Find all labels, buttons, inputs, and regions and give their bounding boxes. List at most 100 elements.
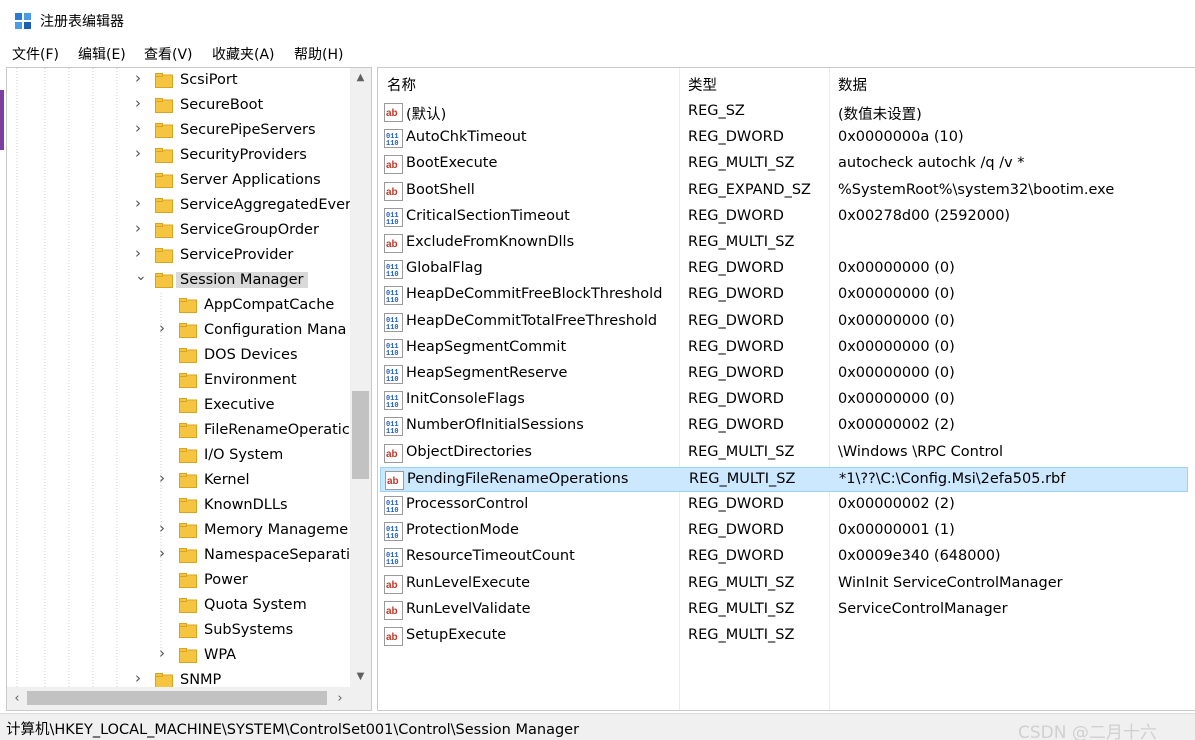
tree-item[interactable]: I/O System [7,444,350,469]
value-row[interactable]: 011 110 AutoChkTimeout REG_DWORD 0x0000000a … [380,126,1188,151]
scroll-left-icon[interactable]: ‹ [7,687,27,710]
menu-edit[interactable]: 编辑(E) [78,44,126,64]
value-type: REG_EXPAND_SZ [688,181,811,198]
tree-item[interactable]: Executive [7,394,350,419]
tree-item[interactable]: › ScsiPort [7,69,350,94]
value-row[interactable]: 011 110 ProcessorControl REG_DWORD 0x0000000… [380,493,1188,518]
tree-item[interactable]: › NamespaceSeparati [7,544,350,569]
tree-horizontal-scrollbar[interactable]: ‹ › [7,687,350,710]
chevron-right-icon[interactable]: › [135,121,145,136]
chevron-right-icon[interactable]: › [135,246,145,261]
tree-item[interactable]: › ServiceGroupOrder [7,219,350,244]
tree-item[interactable]: Quota System [7,594,350,619]
tree-item[interactable]: › Kernel [7,469,350,494]
tree-item[interactable]: Environment [7,369,350,394]
value-row[interactable]: 011 110 NumberOfInitialSessions REG_DWORD 0x… [380,414,1188,439]
binary-value-icon: 011 110 [384,496,403,515]
chevron-right-icon[interactable]: › [135,96,145,111]
chevron-right-icon[interactable]: › [159,471,169,486]
tree-item[interactable]: ⌄ Session Manager [7,269,350,294]
value-row[interactable]: 011 110 InitConsoleFlags REG_DWORD 0x0000000… [380,388,1188,413]
values-list-pane[interactable]: 名称 类型 数据 ab (默认) REG_SZ (数值未设置) 011 110 AutoCh… [377,67,1195,711]
tree-item[interactable]: › ServiceProvider [7,244,350,269]
tree-item[interactable]: Power [7,569,350,594]
menu-view[interactable]: 查看(V) [144,44,193,64]
value-row[interactable]: 011 110 ProtectionMode REG_DWORD 0x00000001 … [380,519,1188,544]
tree-horizontal-scroll-thumb[interactable] [27,691,327,705]
value-row[interactable]: ab BootShell REG_EXPAND_SZ %SystemRoot%\sys… [380,179,1188,204]
tree-item[interactable]: › Memory Manageme [7,519,350,544]
svg-text:ab: ab [386,108,398,119]
value-row[interactable]: ab RunLevelExecute REG_MULTI_SZ WinInit Ser… [380,572,1188,597]
column-header-data[interactable]: 数据 [838,74,867,95]
value-row[interactable]: ab ExcludeFromKnownDlls REG_MULTI_SZ [380,231,1188,256]
chevron-right-icon[interactable]: › [135,146,145,161]
value-row[interactable]: ab PendingFileRenameOperations REG_MULTI_S… [380,466,1188,492]
tree-item[interactable]: SubSystems [7,619,350,644]
binary-value-icon: 011 110 [384,207,403,227]
tree-item[interactable]: Server Applications [7,169,350,194]
menu-favorites[interactable]: 收藏夹(A) [212,44,275,64]
chevron-right-icon[interactable]: › [135,196,145,211]
svg-text:110: 110 [386,140,399,148]
svg-text:110: 110 [386,271,399,279]
value-data: %SystemRoot%\system32\bootim.exe [838,181,1115,198]
menu-bar: 文件(F) 编辑(E) 查看(V) 收藏夹(A) 帮助(H) [0,40,1195,66]
value-row[interactable]: 011 110 HeapSegmentCommit REG_DWORD 0x000000… [380,336,1188,361]
tree-item[interactable]: › Configuration Mana [7,319,350,344]
chevron-right-icon[interactable]: › [159,521,169,536]
value-row[interactable]: 011 110 HeapSegmentReserve REG_DWORD 0x00000… [380,362,1188,387]
value-row[interactable]: ab RunLevelValidate REG_MULTI_SZ ServiceCon… [380,598,1188,623]
menu-file[interactable]: 文件(F) [12,44,59,64]
chevron-right-icon[interactable]: › [159,321,169,336]
tree-item[interactable]: AppCompatCache [7,294,350,319]
value-type: REG_DWORD [688,548,784,565]
folder-icon [179,373,197,388]
tree-item[interactable]: › SecurePipeServers [7,119,350,144]
value-name: BootShell [406,181,475,198]
chevron-down-icon[interactable]: ⌄ [135,269,147,283]
tree-item[interactable]: KnownDLLs [7,494,350,519]
folder-icon [179,523,197,538]
string-value-icon: ab [384,600,403,620]
scroll-right-icon[interactable]: › [330,687,350,710]
value-row[interactable]: ab (默认) REG_SZ (数值未设置) [380,100,1188,125]
chevron-right-icon[interactable]: › [159,646,169,661]
tree-item-label: SubSystems [204,622,294,638]
chevron-right-icon[interactable]: › [135,221,145,236]
chevron-right-icon[interactable]: › [135,671,145,686]
value-name: RunLevelExecute [406,574,531,591]
tree-vertical-scroll-thumb[interactable] [352,391,369,479]
scroll-up-icon[interactable]: ▲ [350,68,371,88]
column-header-type[interactable]: 类型 [688,74,717,95]
value-row[interactable]: ab SetupExecute REG_MULTI_SZ [380,624,1188,649]
tree-item-label: ScsiPort [180,72,238,88]
tree-item[interactable]: › WPA [7,644,350,669]
column-header-name[interactable]: 名称 [387,74,416,95]
tree-item[interactable]: FileRenameOperatic [7,419,350,444]
value-row[interactable]: 011 110 HeapDeCommitFreeBlockThreshold REG_… [380,283,1188,308]
value-type: REG_MULTI_SZ [688,234,795,250]
chevron-right-icon[interactable]: › [159,546,169,561]
value-row[interactable]: ab BootExecute REG_MULTI_SZ autocheck autoc… [380,152,1188,177]
value-name: AutoChkTimeout [406,129,527,146]
value-row[interactable]: 011 110 GlobalFlag REG_DWORD 0x00000000 (0) [380,257,1188,282]
chevron-right-icon[interactable]: › [135,71,145,86]
tree-item[interactable]: › ServiceAggregatedEver [7,194,351,219]
value-row[interactable]: 011 110 ResourceTimeoutCount REG_DWORD 0x000… [380,545,1188,570]
value-name: BootExecute [406,155,498,172]
tree-item[interactable]: › SecurityProviders [7,144,350,169]
tree-vertical-scrollbar[interactable]: ▲ ▼ [350,68,371,687]
svg-text:110: 110 [386,559,399,567]
value-row[interactable]: 011 110 CriticalSectionTimeout REG_DWORD 0x0… [380,205,1188,230]
tree-item[interactable]: DOS Devices [7,344,350,369]
value-name: HeapSegmentReserve [406,365,568,381]
value-row[interactable]: ab ObjectDirectories REG_MULTI_SZ \Windows … [380,441,1188,466]
value-type: REG_DWORD [688,417,784,434]
key-tree-pane[interactable]: › ScsiPort › SecureBoot › SecurePipeServers › S… [6,67,372,711]
scroll-down-icon[interactable]: ▼ [350,667,371,687]
tree-item[interactable]: › SecureBoot [7,94,350,119]
svg-text:ab: ab [387,476,399,487]
menu-help[interactable]: 帮助(H) [294,44,343,64]
value-row[interactable]: 011 110 HeapDeCommitTotalFreeThreshold REG_… [380,310,1188,335]
